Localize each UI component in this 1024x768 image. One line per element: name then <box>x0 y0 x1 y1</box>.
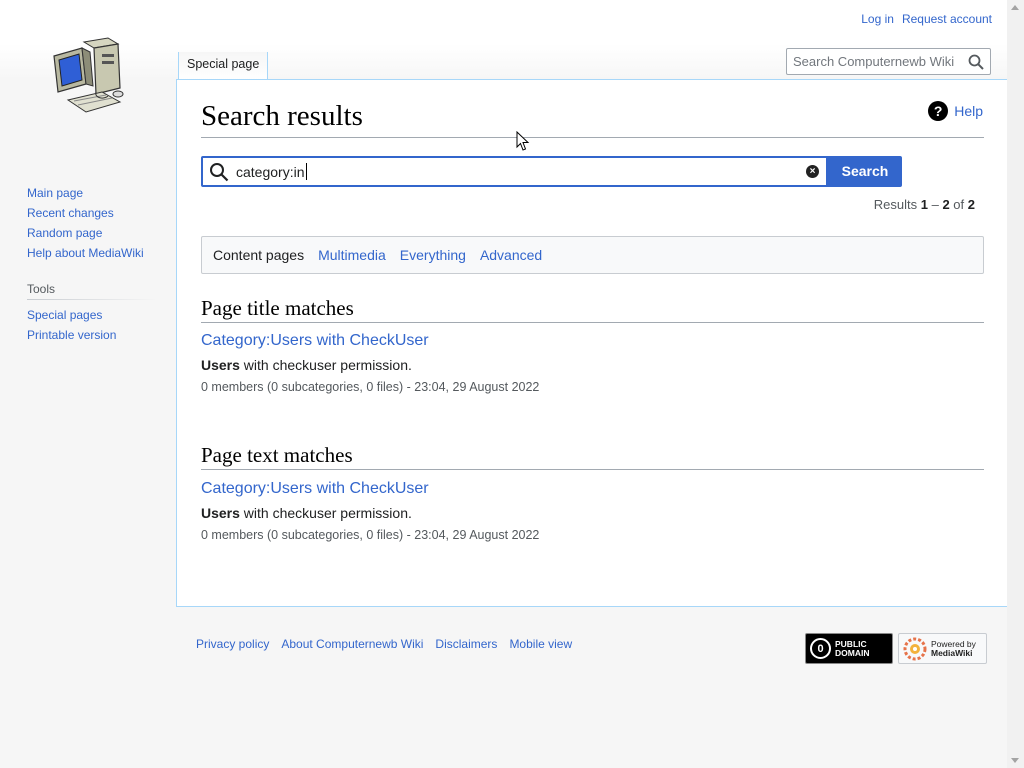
search-result: Category:Users with CheckUser Users with… <box>201 332 961 394</box>
sidebar-item-help[interactable]: Help about MediaWiki <box>27 246 157 260</box>
clear-icon[interactable]: × <box>806 165 819 178</box>
section-heading-title-matches: Page title matches <box>201 296 354 320</box>
search-result: Category:Users with CheckUser Users with… <box>201 480 961 542</box>
login-link[interactable]: Log in <box>861 12 894 26</box>
search-icon <box>210 163 229 182</box>
snippet-text: with checkuser permission. <box>239 357 412 373</box>
section-divider <box>201 469 984 470</box>
footer-links: Privacy policy About Computernewb Wiki D… <box>196 637 572 651</box>
header-search-placeholder: Search Computernewb Wiki <box>793 54 955 69</box>
sidebar-item-printable-version[interactable]: Printable version <box>27 328 157 342</box>
page-title: Search results <box>201 100 363 132</box>
results-total: 2 <box>967 197 975 212</box>
public-domain-label: PUBLIC DOMAIN <box>835 639 870 658</box>
mouse-cursor-icon <box>516 131 530 151</box>
result-meta: 0 members (0 subcategories, 0 files) - 2… <box>201 528 540 542</box>
footer-privacy-link[interactable]: Privacy policy <box>196 637 269 651</box>
scroll-down-icon[interactable] <box>1011 758 1019 763</box>
vertical-scrollbar[interactable] <box>1007 0 1024 768</box>
help-icon: ? <box>928 101 949 121</box>
sidebar-item-special-pages[interactable]: Special pages <box>27 308 157 322</box>
tab-multimedia[interactable]: Multimedia <box>318 247 386 263</box>
search-button[interactable]: Search <box>828 156 902 187</box>
section-heading-text-matches: Page text matches <box>201 443 353 467</box>
public-domain-icon: 0 <box>810 638 831 659</box>
computer-logo-icon[interactable] <box>46 34 130 126</box>
results-dash: – <box>927 197 943 212</box>
tools-heading: Tools <box>27 282 157 300</box>
tab-advanced[interactable]: Advanced <box>480 247 542 263</box>
search-input[interactable]: category:in × <box>201 156 828 187</box>
tab-special-page[interactable]: Special page <box>178 52 269 80</box>
result-title-link[interactable]: Category:Users with CheckUser <box>201 480 961 498</box>
results-prefix: Results <box>873 197 921 212</box>
footer-disclaimers-link[interactable]: Disclaimers <box>435 637 497 651</box>
search-input-value: category:in <box>236 164 305 180</box>
scroll-up-icon[interactable] <box>1011 5 1019 10</box>
results-count: Results 1 – 2 of 2 <box>874 197 975 212</box>
powered-by-mediawiki-badge[interactable]: Powered by MediaWiki <box>898 633 987 664</box>
sidebar-item-main-page[interactable]: Main page <box>27 186 157 200</box>
search-icon[interactable] <box>968 54 984 70</box>
sidebar-item-recent-changes[interactable]: Recent changes <box>27 206 157 220</box>
title-divider <box>201 137 984 138</box>
snippet-match: Users <box>201 357 240 373</box>
tab-content-pages[interactable]: Content pages <box>213 247 304 263</box>
results-to: 2 <box>942 197 950 212</box>
result-snippet: Users with checkuser permission. <box>201 505 961 521</box>
result-title-link[interactable]: Category:Users with CheckUser <box>201 332 961 350</box>
results-of: of <box>949 197 968 212</box>
text-caret <box>306 163 307 180</box>
mediawiki-icon <box>903 637 927 660</box>
footer-about-link[interactable]: About Computernewb Wiki <box>281 637 423 651</box>
sidebar: Main page Recent changes Random page Hel… <box>27 186 157 348</box>
tab-everything[interactable]: Everything <box>400 247 466 263</box>
main-content: Search results ? Help category:in × Sear… <box>176 79 1007 607</box>
snippet-text: with checkuser permission. <box>239 505 412 521</box>
footer-mobile-view-link[interactable]: Mobile view <box>509 637 572 651</box>
results-from: 1 <box>920 197 928 212</box>
header-search-input[interactable]: Search Computernewb Wiki <box>786 48 991 75</box>
personal-tools: Log in Request account <box>861 12 992 26</box>
search-profile-tabs: Content pages Multimedia Everything Adva… <box>201 236 984 274</box>
section-divider <box>201 322 984 323</box>
help-link[interactable]: ? Help <box>928 101 983 121</box>
sidebar-item-random-page[interactable]: Random page <box>27 226 157 240</box>
mw-line2: MediaWiki <box>931 647 973 658</box>
request-account-link[interactable]: Request account <box>902 12 992 26</box>
snippet-match: Users <box>201 505 240 521</box>
public-domain-badge[interactable]: 0 PUBLIC DOMAIN <box>805 633 893 664</box>
result-meta: 0 members (0 subcategories, 0 files) - 2… <box>201 380 540 394</box>
help-label: Help <box>954 103 983 119</box>
pd-line2: DOMAIN <box>835 647 870 658</box>
result-snippet: Users with checkuser permission. <box>201 357 961 373</box>
mediawiki-label: Powered by MediaWiki <box>931 639 976 658</box>
